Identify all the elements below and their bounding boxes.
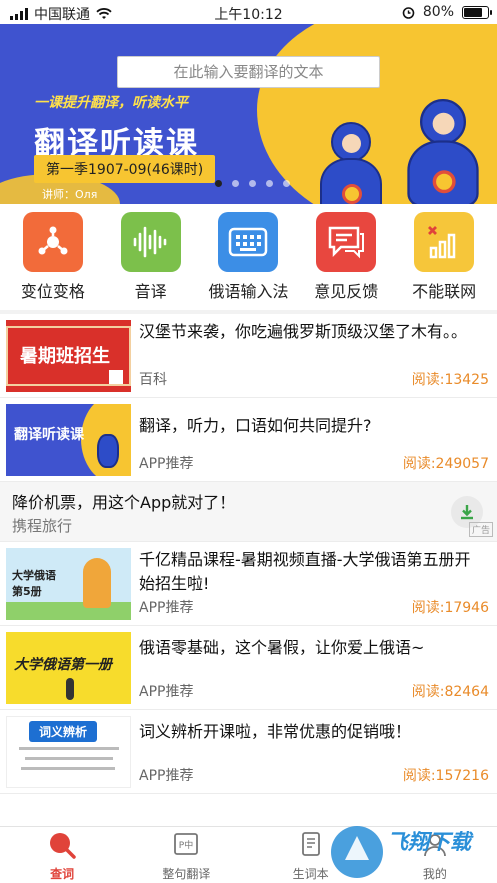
article-title: 翻译，听力，口语如何共同提升? [139, 416, 372, 435]
list-item[interactable]: 词义辨析 词义辨析开课啦，非常优惠的促销哦！ APP推荐 阅读:157216 [0, 710, 497, 794]
article-source: APP推荐 [139, 684, 194, 700]
thumbnail-text: 词义辨析 [29, 721, 98, 742]
article-title: 千亿精品课程-暑期视频直播-大学俄语第五册开始招生啦! [139, 550, 471, 593]
article-thumbnail: 暑期班招生 [6, 320, 131, 392]
list-item[interactable]: 大学俄语第一册 俄语零基础，这个暑假，让你爱上俄语~ APP推荐 阅读:8246… [0, 626, 497, 710]
carousel-indicator[interactable] [215, 180, 290, 187]
menu-transliteration[interactable]: 音译 [103, 212, 199, 308]
carousel-dot[interactable] [215, 180, 222, 187]
keyboard-icon [218, 212, 279, 272]
banner-season: 第一季1907-09(46课时) [34, 155, 216, 183]
list-item[interactable]: 大学俄语 第5册 千亿精品课程-暑期视频直播-大学俄语第五册开始招生啦! APP… [0, 542, 497, 626]
svg-text:P中: P中 [179, 839, 193, 851]
read-count: 阅读:13425 [411, 372, 489, 388]
menu-offline[interactable]: 不能联网 [396, 212, 492, 308]
carousel-dot[interactable] [266, 180, 273, 187]
translate-icon: P中 [174, 833, 199, 855]
article-thumbnail: 翻译听读课 [6, 404, 131, 476]
status-bar: 中国联通 上午10:12 80% [0, 0, 497, 24]
article-source: 百科 [139, 372, 167, 388]
read-count: 阅读:82464 [411, 684, 489, 700]
thumbnail-text: 大学俄语第一册 [14, 657, 112, 673]
menu-label: 不能联网 [412, 282, 477, 301]
share-nodes-icon [22, 212, 83, 272]
menu-feedback[interactable]: 意见反馈 [298, 212, 394, 308]
ad-subtitle: 携程旅行 [12, 517, 73, 535]
promo-banner[interactable]: 在此输入要翻译的文本 一课提升翻译，听读水平 翻译听读课 第一季1907-09(… [0, 24, 497, 204]
battery-icon [462, 5, 492, 19]
banner-slogan: 一课提升翻译，听读水平 [34, 95, 188, 111]
chat-icon [316, 212, 377, 272]
carousel-dot[interactable] [283, 180, 290, 187]
tab-label: 整句翻译 [162, 867, 211, 881]
alarm-icon [402, 6, 415, 19]
menu-label: 意见反馈 [314, 282, 379, 301]
site-watermark: 飞翔下载 [327, 820, 497, 883]
read-count: 阅读:157216 [402, 768, 489, 784]
article-source: APP推荐 [139, 768, 194, 784]
thumbnail-text: 翻译听读课 [14, 427, 84, 443]
tab-lookup[interactable]: 查词 [0, 827, 124, 883]
menu-label: 俄语输入法 [208, 282, 289, 301]
watermark-text: 飞翔下载 [387, 830, 471, 854]
tab-label: 查词 [50, 867, 75, 881]
read-count: 阅读:17946 [411, 600, 489, 616]
ad-tag: 广告 [468, 522, 493, 537]
matryoshka-illustration [318, 122, 384, 204]
article-source: APP推荐 [139, 600, 194, 616]
menu-label: 音译 [134, 282, 167, 301]
article-feed: 暑期班招生 汉堡节来袭，你吃遍俄罗斯顶级汉堡了木有。。 百科 阅读:13425 … [0, 314, 497, 794]
article-thumbnail: 大学俄语 第5册 [6, 548, 131, 620]
article-source: APP推荐 [139, 456, 194, 472]
feature-menu: 变位变格 音译 俄语输入法 意见反馈 不能联网 [0, 212, 497, 308]
menu-conjugation[interactable]: 变位变格 [5, 212, 101, 308]
list-item[interactable]: 暑期班招生 汉堡节来袭，你吃遍俄罗斯顶级汉堡了木有。。 百科 阅读:13425 [0, 314, 497, 398]
thumbnail-text: 暑期班招生 [20, 346, 110, 367]
carousel-dot[interactable] [232, 180, 239, 187]
matryoshka-illustration [405, 98, 481, 204]
ad-banner[interactable]: 降价机票，用这个App就对了！ 携程旅行 广告 [0, 482, 497, 542]
tab-sentence-translate[interactable]: P中 整句翻译 [124, 827, 248, 883]
search-input[interactable]: 在此输入要翻译的文本 [117, 56, 380, 88]
article-thumbnail: 词义辨析 [6, 716, 131, 788]
thumbnail-text: 大学俄语 第5册 [12, 569, 56, 598]
article-title: 词义辨析开课啦，非常优惠的促销哦！ [139, 722, 412, 741]
read-count: 阅读:249057 [402, 456, 489, 472]
menu-russian-keyboard[interactable]: 俄语输入法 [200, 212, 296, 308]
article-title: 汉堡节来袭，你吃遍俄罗斯顶级汉堡了木有。。 [139, 322, 468, 341]
menu-label: 变位变格 [20, 282, 85, 301]
banner-teacher: 讲师：Оля [42, 188, 98, 201]
sound-wave-icon [120, 212, 181, 272]
article-title: 俄语零基础，这个暑假，让你爱上俄语~ [139, 638, 425, 657]
no-signal-icon [414, 212, 475, 272]
ad-title: 降价机票，用这个App就对了！ [12, 493, 236, 512]
notebook-icon [301, 832, 320, 856]
search-icon [50, 833, 76, 859]
list-item[interactable]: 翻译听读课 翻译，听力，口语如何共同提升? APP推荐 阅读:249057 [0, 398, 497, 482]
carousel-dot[interactable] [249, 180, 256, 187]
battery-percent: 80% [422, 4, 454, 20]
article-thumbnail: 大学俄语第一册 [6, 632, 131, 704]
